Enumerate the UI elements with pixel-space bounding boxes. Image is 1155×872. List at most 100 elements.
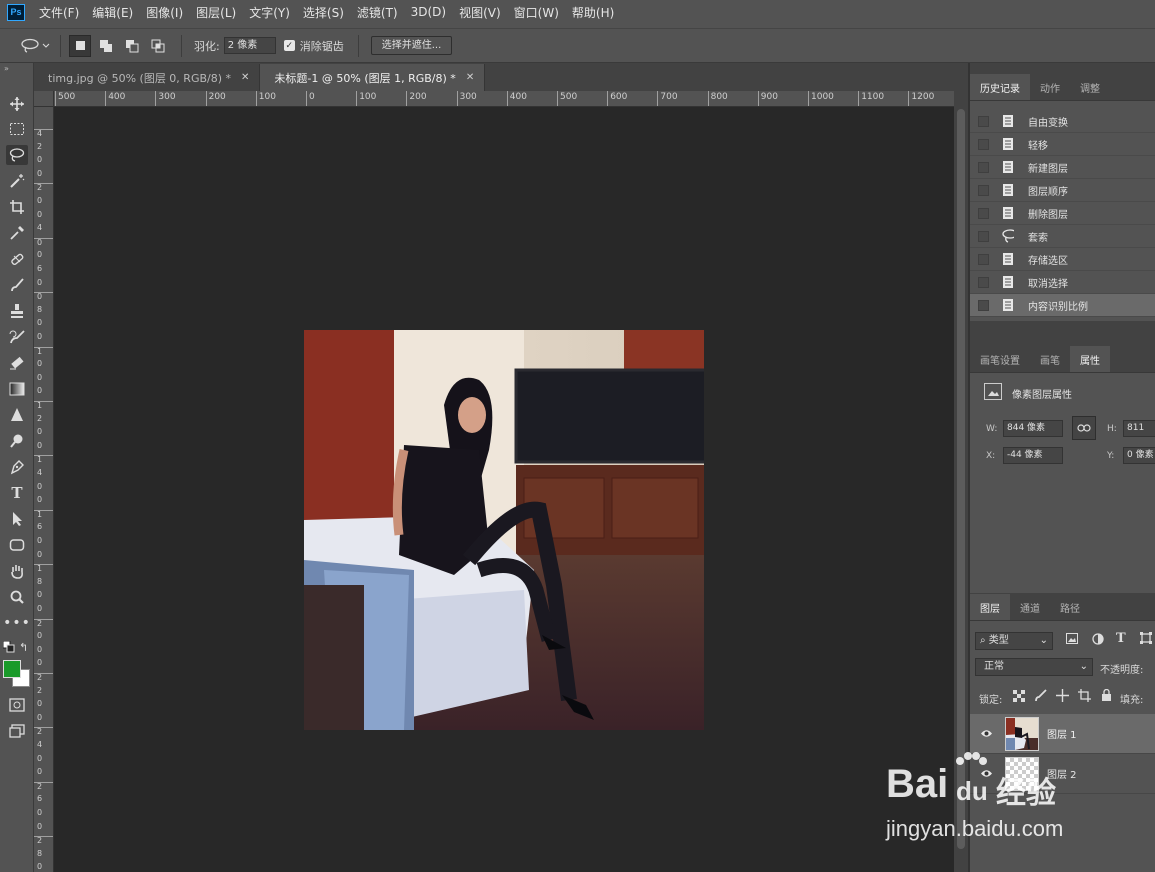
eyedropper-tool-icon[interactable] <box>6 223 28 243</box>
menu-file[interactable]: 文件(F) <box>39 4 79 21</box>
scrollbar-thumb[interactable] <box>957 109 965 849</box>
filter-type-icon[interactable]: T <box>1116 631 1126 646</box>
lasso-tool-preset-icon[interactable] <box>18 38 52 54</box>
history-checkbox[interactable] <box>978 253 989 265</box>
tab-brush-settings[interactable]: 画笔设置 <box>970 346 1030 372</box>
menu-help[interactable]: 帮助(H) <box>572 4 614 21</box>
antialias-checkbox[interactable]: ✓ <box>283 40 295 51</box>
link-icon[interactable] <box>1072 416 1096 440</box>
type-tool-icon[interactable]: T <box>6 483 28 503</box>
vertical-ruler[interactable]: 4 2 0 0 2 0 0 4 0 0 6 0 0 8 0 0 1 0 0 0 1 2 0 0 1 4 0 0 1 6 0 0 1 8 0 0 2 0 0 0… <box>34 107 54 872</box>
ruler-origin[interactable] <box>34 91 54 107</box>
history-checkbox[interactable] <box>978 299 989 311</box>
history-checkbox[interactable] <box>978 161 989 173</box>
hand-tool-icon[interactable] <box>6 561 28 581</box>
y-input[interactable]: 0 像素 <box>1123 447 1155 464</box>
quick-mask-icon[interactable] <box>6 695 28 715</box>
height-input[interactable]: 811 像素 <box>1123 420 1155 437</box>
history-checkbox[interactable] <box>978 184 989 196</box>
close-tab-icon[interactable]: ✕ <box>466 72 474 83</box>
menu-edit[interactable]: 编辑(E) <box>92 4 133 21</box>
tab-layers[interactable]: 图层 <box>970 594 1010 620</box>
lock-artboard-icon[interactable] <box>1078 689 1091 705</box>
horizontal-ruler[interactable]: 500 400 300 200 100 0 100 200 300 400 500 600 700 800… <box>54 91 954 107</box>
marquee-tool-icon[interactable] <box>6 119 28 139</box>
history-checkbox[interactable] <box>978 115 989 127</box>
tab-paths[interactable]: 路径 <box>1050 594 1090 620</box>
eye-icon[interactable] <box>980 727 994 741</box>
more-tools-icon[interactable]: ••• <box>3 613 30 633</box>
history-item[interactable]: 自由变换 <box>970 110 1155 133</box>
tab-actions[interactable]: 动作 <box>1030 74 1070 100</box>
rectangle-tool-icon[interactable] <box>6 535 28 555</box>
filter-shape-icon[interactable] <box>1140 632 1152 647</box>
menu-type[interactable]: 文字(Y) <box>249 4 290 21</box>
crop-tool-icon[interactable] <box>6 197 28 217</box>
menu-3d[interactable]: 3D(D) <box>411 5 446 19</box>
history-item-selected[interactable]: 内容识别比例 <box>970 294 1155 317</box>
layer-row-selected[interactable]: 图层 1 <box>970 714 1155 754</box>
history-item[interactable]: 图层顺序 <box>970 179 1155 202</box>
blend-mode-select[interactable]: 正常 ⌄ <box>975 658 1093 676</box>
menu-window[interactable]: 窗口(W) <box>514 4 559 21</box>
pen-tool-icon[interactable] <box>6 457 28 477</box>
tab-untitled-1[interactable]: 未标题-1 @ 50% (图层 1, RGB/8) * ✕ <box>260 64 486 91</box>
tab-channels[interactable]: 通道 <box>1010 594 1050 620</box>
history-item[interactable]: 轻移 <box>970 133 1155 156</box>
filter-adjustment-icon[interactable] <box>1092 633 1104 648</box>
close-tab-icon[interactable]: ✕ <box>241 72 249 83</box>
swap-colors-icon[interactable]: ↰ <box>19 641 28 654</box>
width-input[interactable]: 844 像素 <box>1003 420 1063 437</box>
collapse-arrows-icon[interactable]: » <box>4 64 9 73</box>
tab-timg[interactable]: timg.jpg @ 50% (图层 0, RGB/8) * ✕ <box>34 64 261 91</box>
tab-adjustments[interactable]: 调整 <box>1070 74 1110 100</box>
document-canvas-photo[interactable] <box>304 330 704 730</box>
history-checkbox[interactable] <box>978 207 989 219</box>
default-colors-icon[interactable] <box>2 640 15 656</box>
history-checkbox[interactable] <box>978 230 989 242</box>
brush-tool-icon[interactable] <box>6 275 28 295</box>
lock-transparent-icon[interactable] <box>1013 690 1025 705</box>
x-input[interactable]: -44 像素 <box>1003 447 1063 464</box>
history-brush-tool-icon[interactable] <box>6 327 28 347</box>
history-item[interactable]: 存储选区 <box>970 248 1155 271</box>
healing-brush-tool-icon[interactable] <box>6 249 28 269</box>
gradient-tool-icon[interactable] <box>6 379 28 399</box>
history-item[interactable]: 取消选择 <box>970 271 1155 294</box>
tab-brushes[interactable]: 画笔 <box>1030 346 1070 372</box>
add-to-selection-button[interactable] <box>95 35 117 57</box>
history-item[interactable]: 删除图层 <box>970 202 1155 225</box>
magic-wand-tool-icon[interactable] <box>6 171 28 191</box>
menu-layer[interactable]: 图层(L) <box>196 4 236 21</box>
intersect-selection-button[interactable] <box>147 35 169 57</box>
layer-filter-select[interactable]: ⌕ 类型 ⌄ <box>975 632 1053 650</box>
history-checkbox[interactable] <box>978 138 989 150</box>
subtract-from-selection-button[interactable] <box>121 35 143 57</box>
zoom-tool-icon[interactable] <box>6 587 28 607</box>
history-item[interactable]: 新建图层 <box>970 156 1155 179</box>
tab-history[interactable]: 历史记录 <box>970 74 1030 100</box>
lock-all-icon[interactable] <box>1101 688 1112 705</box>
dodge-tool-icon[interactable] <box>6 431 28 451</box>
lasso-tool-icon[interactable] <box>6 145 28 165</box>
lock-pixels-icon[interactable] <box>1034 689 1047 705</box>
move-tool-icon[interactable] <box>6 94 28 114</box>
history-checkbox[interactable] <box>978 276 989 288</box>
eraser-tool-icon[interactable] <box>6 353 28 373</box>
new-selection-button[interactable] <box>69 34 91 57</box>
photoshop-logo[interactable]: Ps <box>7 3 25 21</box>
history-item[interactable]: 套索 <box>970 225 1155 248</box>
foreground-color-swatch[interactable] <box>3 660 21 678</box>
menu-view[interactable]: 视图(V) <box>459 4 501 21</box>
tab-properties[interactable]: 属性 <box>1070 346 1110 372</box>
filter-pixel-icon[interactable] <box>1066 633 1078 647</box>
feather-input[interactable]: 2 像素 <box>223 37 276 54</box>
screen-mode-icon[interactable] <box>6 721 28 741</box>
menu-image[interactable]: 图像(I) <box>146 4 183 21</box>
lock-position-icon[interactable] <box>1056 689 1069 705</box>
blur-tool-icon[interactable] <box>6 405 28 425</box>
menu-select[interactable]: 选择(S) <box>303 4 344 21</box>
select-and-mask-button[interactable]: 选择并遮住... <box>370 36 453 55</box>
path-selection-tool-icon[interactable] <box>6 509 28 529</box>
clone-stamp-tool-icon[interactable] <box>6 301 28 321</box>
